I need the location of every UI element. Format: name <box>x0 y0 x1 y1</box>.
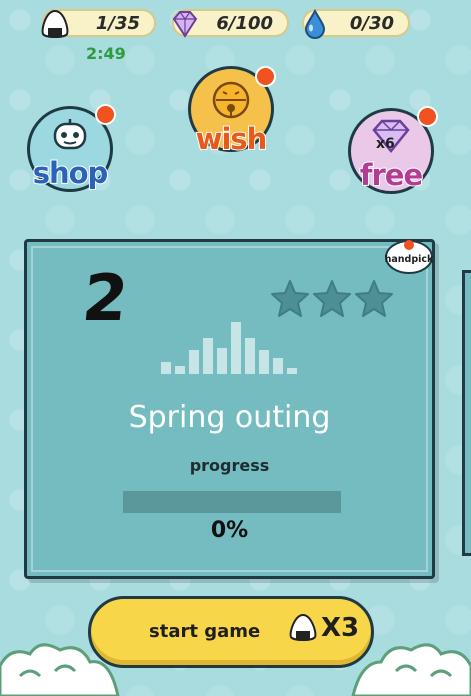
free-gems-button[interactable]: x6 free <box>348 106 438 194</box>
shop-label: shop <box>32 155 110 191</box>
cloud-decoration-left <box>0 643 120 696</box>
rice-ball-icon <box>41 9 69 38</box>
handpick-badge: handpick <box>385 240 434 274</box>
rice-ball-counter: 1/35 <box>41 9 156 38</box>
rice-ball-value: 1/35 <box>95 12 140 34</box>
handpick-label: handpick <box>385 254 434 265</box>
progress-bar <box>123 491 341 513</box>
wish-label: wish <box>195 121 269 157</box>
star-icon <box>355 280 393 317</box>
shop-button[interactable]: shop <box>27 104 116 192</box>
water-drop-counter: 0/30 <box>302 8 410 39</box>
wish-notification-dot <box>255 66 276 87</box>
gem-value: 6/100 <box>216 12 273 34</box>
water-drop-value: 0/30 <box>349 12 394 34</box>
progress-percent: 0% <box>210 518 249 543</box>
star-rating <box>270 278 394 318</box>
free-gem-count: x6 <box>376 136 395 152</box>
level-preview-bars <box>161 322 297 374</box>
free-label: free <box>359 157 424 193</box>
gem-counter: 6/100 <box>172 9 289 38</box>
star-icon <box>271 280 309 317</box>
gem-icon <box>172 11 198 38</box>
progress-label: progress <box>189 456 270 475</box>
next-level-card-peek[interactable] <box>462 270 471 556</box>
bell-icon <box>212 81 250 119</box>
shop-notification-dot <box>95 104 116 125</box>
free-notification-dot <box>417 106 438 127</box>
start-game-button[interactable]: start game X3 <box>88 596 374 668</box>
level-number: 2 <box>79 262 132 336</box>
star-icon <box>313 280 351 317</box>
water-drop-icon <box>304 8 326 39</box>
start-game-label: start game <box>149 621 261 642</box>
wish-button[interactable]: wish <box>188 66 276 157</box>
refill-timer: 2:49 <box>86 44 126 63</box>
start-cost: X3 <box>287 613 359 643</box>
level-card[interactable]: 2 handpick Spring outing progress 0% <box>24 239 435 579</box>
rice-ball-icon <box>289 613 317 641</box>
level-title: Spring outing <box>128 400 331 435</box>
robot-icon <box>53 119 87 150</box>
cloud-decoration-right <box>351 643 471 696</box>
